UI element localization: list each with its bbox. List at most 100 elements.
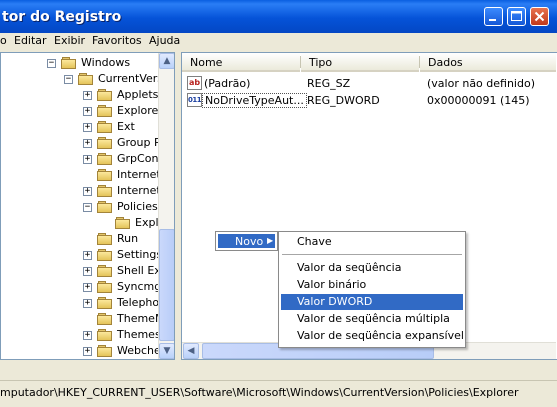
collapse-icon[interactable]: − bbox=[64, 75, 73, 84]
value-data: (valor não definido) bbox=[427, 77, 535, 90]
tree-item-label: Syncmg bbox=[117, 280, 162, 293]
expand-icon[interactable]: + bbox=[83, 107, 92, 116]
tree-item[interactable]: + Themes bbox=[1, 328, 161, 344]
tree-item[interactable]: + Ext bbox=[1, 120, 158, 136]
collapse-icon[interactable]: − bbox=[47, 59, 56, 68]
folder-icon bbox=[78, 73, 94, 85]
value-type: REG_DWORD bbox=[307, 94, 380, 107]
tree-item-label: Themes bbox=[117, 328, 161, 341]
tree-item[interactable]: Internet bbox=[1, 168, 161, 184]
folder-icon bbox=[97, 281, 113, 293]
value-type: REG_SZ bbox=[307, 77, 351, 90]
reg-binary-icon: 011 bbox=[187, 93, 202, 107]
menu-ajuda[interactable]: Ajuda bbox=[149, 34, 180, 47]
scroll-down-button[interactable]: ▼ bbox=[159, 343, 174, 359]
tree-item-label: Applets bbox=[117, 88, 159, 101]
tree-item[interactable]: Run bbox=[1, 232, 158, 248]
menu-item-valor-expansivel[interactable]: Valor de seqüência expansível bbox=[281, 328, 464, 344]
title-bar[interactable]: tor do Registro bbox=[0, 0, 557, 33]
menu-bar: o Editar Exibir Favoritos Ajuda bbox=[0, 33, 557, 50]
folder-icon bbox=[97, 313, 113, 325]
scroll-left-button[interactable]: ◀ bbox=[183, 343, 199, 359]
column-header-tipo[interactable]: Tipo bbox=[301, 53, 419, 72]
collapse-icon[interactable]: − bbox=[83, 203, 92, 212]
expand-icon[interactable]: + bbox=[83, 187, 92, 196]
folder-icon bbox=[97, 201, 113, 213]
folder-icon bbox=[97, 297, 113, 309]
tree-item[interactable]: + Webche bbox=[1, 344, 161, 359]
close-button[interactable] bbox=[530, 7, 549, 26]
tree-item-label: Settings bbox=[117, 248, 163, 261]
expand-icon[interactable]: + bbox=[83, 155, 92, 164]
tree-item[interactable]: + Syncmg bbox=[1, 280, 162, 296]
menu-item-valor-binario[interactable]: Valor binário bbox=[281, 277, 463, 293]
expand-icon[interactable]: + bbox=[83, 91, 92, 100]
folder-icon bbox=[97, 137, 113, 149]
menu-exibir[interactable]: Exibir bbox=[54, 34, 85, 47]
scroll-thumb[interactable] bbox=[159, 229, 174, 341]
expand-icon[interactable]: + bbox=[83, 347, 92, 356]
tree-item[interactable]: + Applets bbox=[1, 88, 158, 104]
folder-icon bbox=[97, 153, 113, 165]
tree-item-label: Internet bbox=[117, 168, 161, 181]
status-bar: mputador\HKEY_CURRENT_USER\Software\Micr… bbox=[0, 380, 557, 407]
folder-icon bbox=[97, 89, 113, 101]
menu-item-novo[interactable]: Novo ▶ bbox=[218, 234, 275, 248]
tree-item[interactable]: + Telepho bbox=[1, 296, 159, 312]
menu-separator bbox=[282, 254, 462, 255]
value-name: NoDriveTypeAut... bbox=[202, 93, 307, 108]
list-row[interactable]: 011 NoDriveTypeAut... REG_DWORD 0x000000… bbox=[182, 92, 556, 109]
menu-file[interactable]: o bbox=[0, 34, 7, 47]
tree-item[interactable]: + Settings bbox=[1, 248, 162, 264]
tree-item[interactable]: + Shell Ext bbox=[1, 264, 165, 280]
tree-item-label: Group P bbox=[117, 136, 161, 149]
expand-icon[interactable]: + bbox=[83, 123, 92, 132]
tree-item-label: Run bbox=[117, 232, 139, 245]
maximize-button[interactable] bbox=[507, 7, 526, 26]
menu-favoritos[interactable]: Favoritos bbox=[92, 34, 142, 47]
folder-icon bbox=[97, 265, 113, 277]
folder-icon bbox=[61, 57, 77, 69]
tree-item[interactable]: + Group P bbox=[1, 136, 161, 152]
folder-icon bbox=[97, 345, 113, 357]
column-header-dados[interactable]: Dados bbox=[420, 53, 556, 72]
expand-icon[interactable]: + bbox=[83, 251, 92, 260]
submenu: Chave Valor da seqüência Valor binário V… bbox=[278, 231, 466, 348]
minimize-button[interactable] bbox=[484, 7, 503, 26]
menu-item-chave[interactable]: Chave bbox=[281, 234, 463, 250]
menu-item-novo-label: Novo bbox=[235, 235, 264, 248]
expand-icon[interactable]: + bbox=[83, 267, 92, 276]
tree-item-label: Expl bbox=[135, 216, 159, 229]
minimize-icon bbox=[489, 19, 496, 21]
tree-vertical-scrollbar[interactable]: ▲ ▼ bbox=[158, 53, 174, 359]
menu-item-valor-multipla[interactable]: Valor de seqüência múltipla bbox=[281, 311, 463, 327]
close-icon bbox=[534, 11, 545, 22]
tree-item[interactable]: − CurrentVers bbox=[1, 72, 163, 88]
expand-icon[interactable]: + bbox=[83, 283, 92, 292]
tree-item[interactable]: ThemeM bbox=[1, 312, 164, 328]
expand-icon[interactable]: + bbox=[83, 299, 92, 308]
menu-item-valor-sequencia[interactable]: Valor da seqüência bbox=[281, 260, 463, 276]
submenu-arrow-icon: ▶ bbox=[267, 236, 274, 245]
menu-item-valor-dword[interactable]: Valor DWORD bbox=[281, 294, 463, 310]
tree-item-label: Explorer bbox=[117, 104, 163, 117]
folder-icon bbox=[97, 121, 113, 133]
list-row[interactable]: ab (Padrão) REG_SZ (valor não definido) bbox=[182, 75, 556, 92]
tree-item[interactable]: + Internet bbox=[1, 184, 161, 200]
expand-icon[interactable]: + bbox=[83, 331, 92, 340]
expand-icon[interactable]: + bbox=[83, 139, 92, 148]
column-header-nome[interactable]: Nome bbox=[182, 53, 300, 72]
tree-item[interactable]: Expl bbox=[1, 216, 159, 232]
menu-editar[interactable]: Editar bbox=[14, 34, 47, 47]
window-title: tor do Registro bbox=[2, 9, 122, 25]
reg-string-icon: ab bbox=[187, 76, 202, 90]
tree-item[interactable]: − Windows bbox=[1, 56, 158, 72]
tree-item[interactable]: − Policies bbox=[1, 200, 158, 216]
folder-icon bbox=[97, 105, 113, 117]
folder-icon bbox=[97, 169, 113, 181]
tree-item[interactable]: + GrpConv bbox=[1, 152, 165, 168]
registry-tree[interactable]: − Windows − CurrentVers + Applets + Explorer + Ex… bbox=[0, 52, 175, 360]
tree-item-label: Windows bbox=[81, 56, 131, 69]
tree-item[interactable]: + Explorer bbox=[1, 104, 163, 120]
scroll-up-button[interactable]: ▲ bbox=[159, 53, 174, 69]
